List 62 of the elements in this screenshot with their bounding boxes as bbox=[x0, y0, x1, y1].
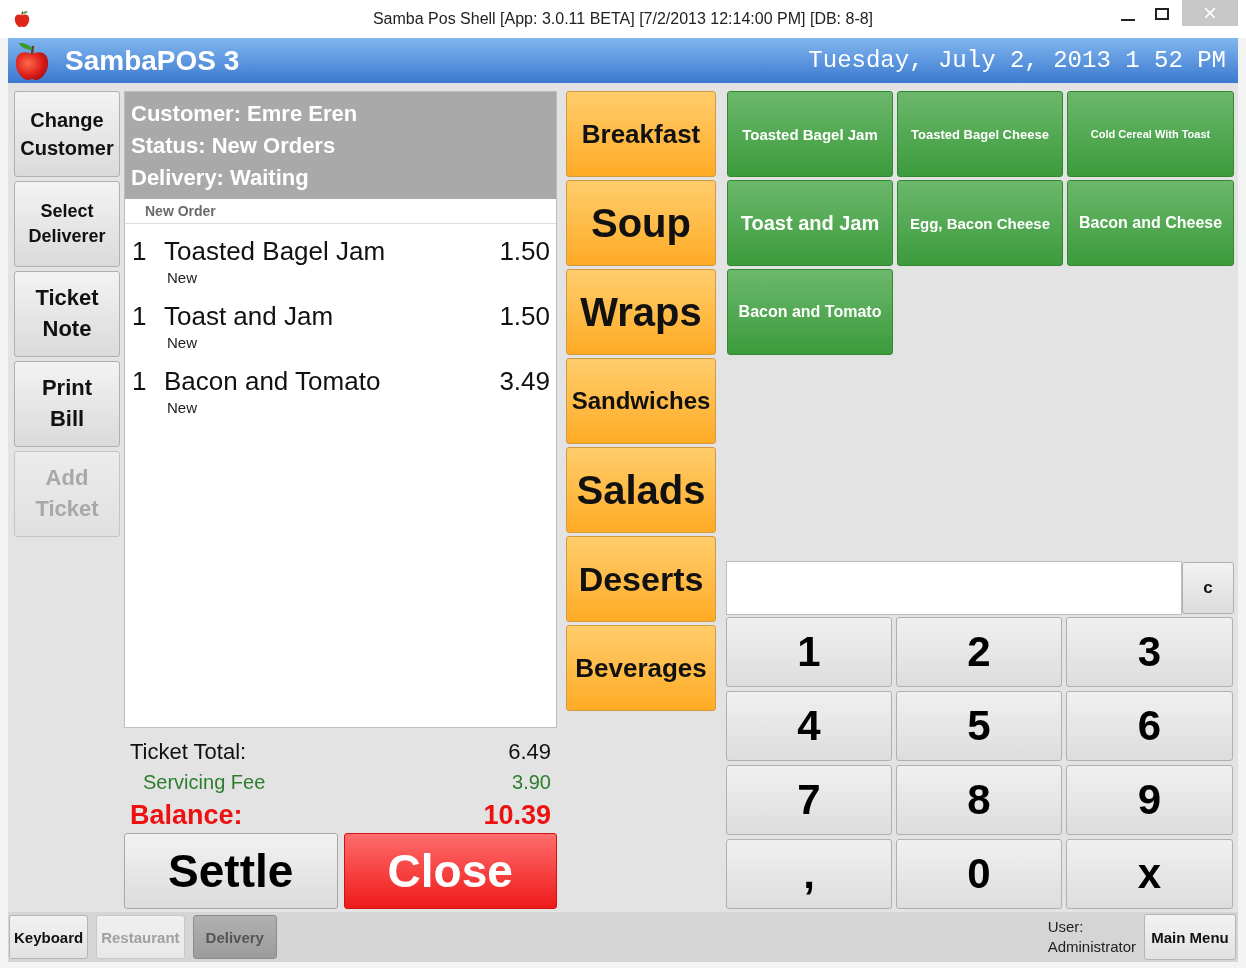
ticket-info-text: Customer: Emre Eren bbox=[131, 100, 358, 128]
numpad-input[interactable] bbox=[726, 561, 1182, 615]
close-button[interactable] bbox=[1182, 0, 1238, 26]
numpad-key[interactable]: 7 bbox=[726, 765, 892, 835]
numpad-key[interactable]: 9 bbox=[1066, 765, 1233, 835]
settle-button[interactable]: Settle bbox=[124, 833, 338, 909]
order-quantity: 1 bbox=[132, 300, 148, 332]
category-button[interactable]: Beverages bbox=[566, 625, 716, 711]
order-quantity: 1 bbox=[132, 365, 148, 397]
total-label: Servicing Fee bbox=[143, 770, 266, 794]
order-name[interactable]: Toast and Jam bbox=[164, 300, 334, 332]
user-label: User: bbox=[1047, 917, 1084, 937]
date-time: Tuesday, July 2, 2013 1 52 PM bbox=[808, 47, 1226, 74]
total-value: 6.49 bbox=[508, 739, 551, 765]
total-value: 3.90 bbox=[512, 770, 551, 794]
category-button[interactable]: Sandwiches bbox=[566, 358, 716, 444]
numpad-key[interactable]: 2 bbox=[896, 617, 1062, 687]
clear-button[interactable]: c bbox=[1182, 562, 1234, 614]
order-price: 1.50 bbox=[499, 235, 550, 267]
order-status: New bbox=[167, 268, 197, 288]
numpad-key[interactable]: x bbox=[1066, 839, 1233, 909]
numpad-key[interactable]: 5 bbox=[896, 691, 1062, 761]
category-button[interactable]: Soup bbox=[566, 180, 716, 266]
order-price: 1.50 bbox=[499, 300, 550, 332]
order-group-header: New Order bbox=[125, 199, 556, 224]
category-button[interactable]: Wraps bbox=[566, 269, 716, 355]
numpad-key[interactable]: 6 bbox=[1066, 691, 1233, 761]
numpad-key[interactable]: 1 bbox=[726, 617, 892, 687]
apple-icon bbox=[13, 10, 31, 28]
order-price: 3.49 bbox=[499, 365, 550, 397]
mode-button[interactable]: Keyboard bbox=[9, 915, 89, 959]
category-button[interactable]: Deserts bbox=[566, 536, 716, 622]
ticket-info-text: Status: New Orders bbox=[131, 132, 336, 160]
close-icon bbox=[1205, 8, 1215, 18]
ticket-info-text: Delivery: Waiting bbox=[131, 164, 309, 192]
order-status: New bbox=[167, 398, 197, 418]
total-label: Balance: bbox=[130, 799, 243, 831]
category-button[interactable]: Breakfast bbox=[566, 91, 716, 177]
order-name[interactable]: Toasted Bagel Jam bbox=[164, 235, 386, 267]
command-button[interactable]: Select Deliverer bbox=[14, 181, 120, 267]
minimize-icon[interactable] bbox=[1121, 19, 1135, 21]
command-button[interactable]: Print Bill bbox=[14, 361, 120, 447]
command-button[interactable]: Ticket Note bbox=[14, 271, 120, 357]
order-status: New bbox=[167, 333, 197, 353]
order-name[interactable]: Bacon and Tomato bbox=[164, 365, 381, 397]
total-value: 10.39 bbox=[483, 799, 551, 831]
command-button[interactable]: Change Customer bbox=[14, 91, 120, 177]
maximize-icon[interactable] bbox=[1155, 8, 1169, 20]
user-name: Administrator bbox=[1047, 937, 1136, 957]
numpad-key[interactable]: 0 bbox=[896, 839, 1062, 909]
total-label: Ticket Total: bbox=[130, 739, 247, 765]
numpad-key[interactable]: , bbox=[726, 839, 892, 909]
window-title: Samba Pos Shell [App: 3.0.11 BETA] [7/2/2013 12:14:00 PM] [DB: 8-8] bbox=[372, 10, 874, 28]
main-menu-button[interactable]: Main Menu bbox=[1144, 914, 1236, 960]
numpad-key[interactable]: 3 bbox=[1066, 617, 1233, 687]
numpad-key[interactable]: 4 bbox=[726, 691, 892, 761]
apple-logo-icon bbox=[13, 40, 51, 81]
category-button[interactable]: Salads bbox=[566, 447, 716, 533]
close-ticket-button[interactable]: Close bbox=[343, 833, 557, 909]
app-name: SambaPOS 3 bbox=[65, 44, 240, 77]
order-quantity: 1 bbox=[132, 235, 148, 267]
numpad-key[interactable]: 8 bbox=[896, 765, 1062, 835]
